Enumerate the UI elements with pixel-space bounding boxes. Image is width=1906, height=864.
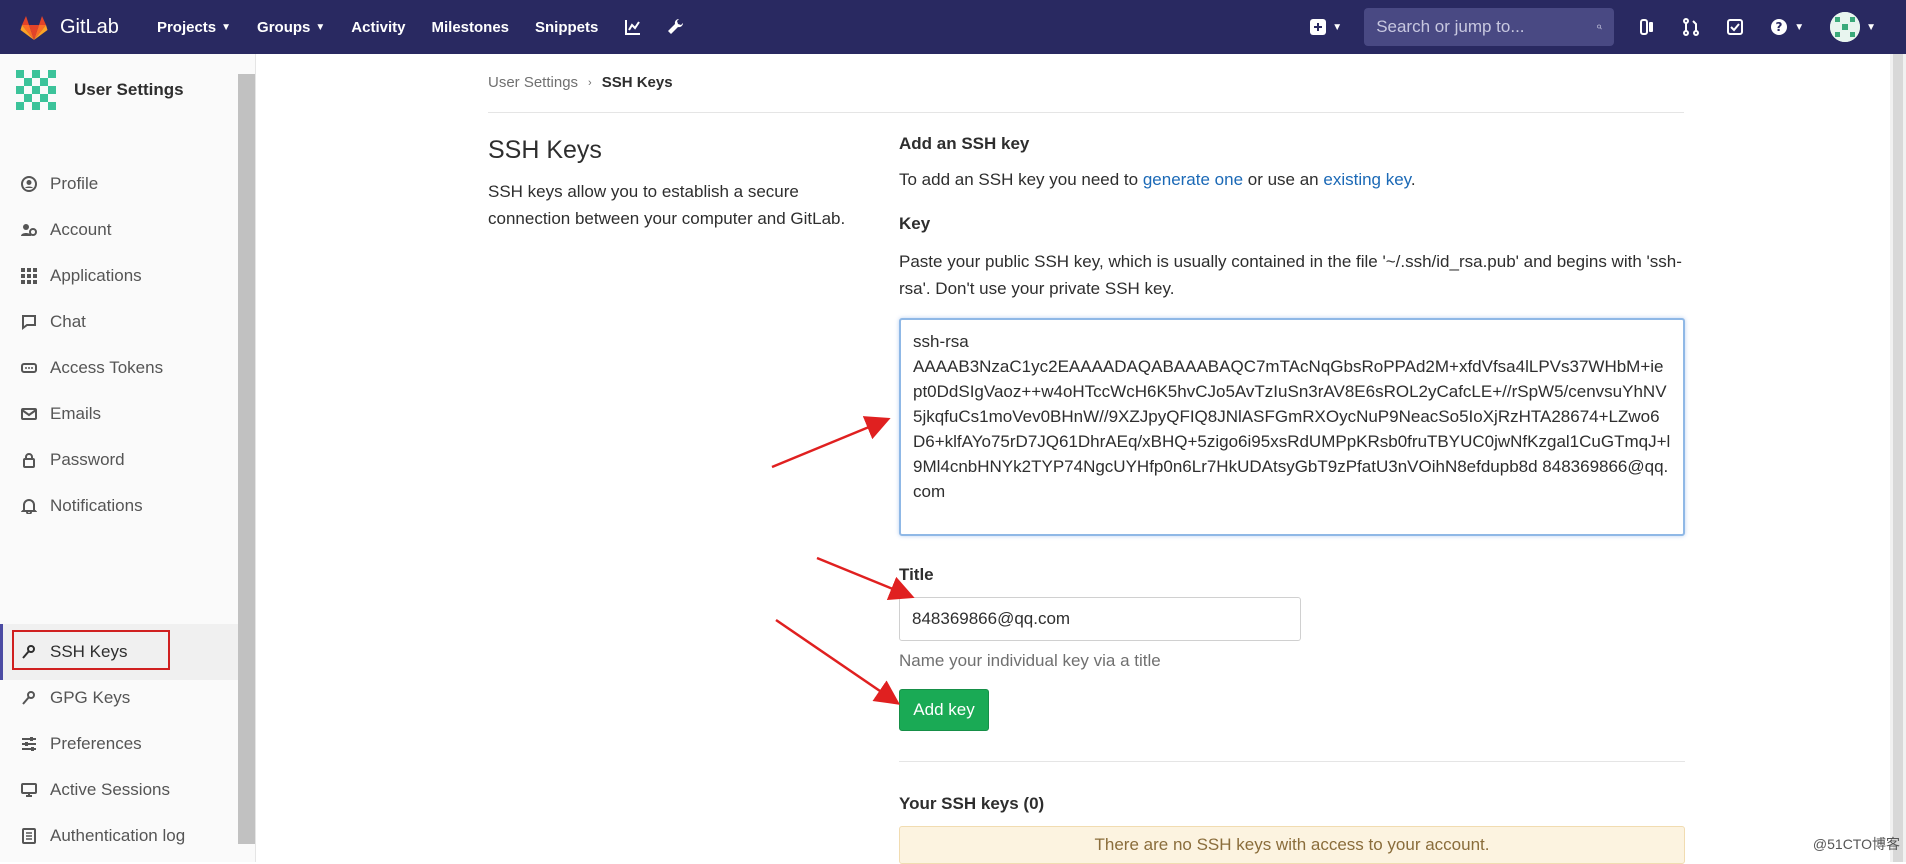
bell-icon <box>20 497 38 515</box>
instructions-text: . <box>1411 170 1416 189</box>
title-label: Title <box>899 565 1685 585</box>
new-item-dropdown[interactable]: ▼ <box>1310 19 1342 35</box>
nav-snippets-label: Snippets <box>535 19 598 36</box>
sidebar-title: User Settings <box>74 80 184 100</box>
watermark: @51CTO博客 <box>1813 834 1900 854</box>
breadcrumb: User Settings › SSH Keys <box>488 74 673 91</box>
wrench-icon[interactable] <box>666 18 684 36</box>
merge-request-icon[interactable] <box>1682 18 1700 36</box>
sidebar-item-authentication-log[interactable]: Authentication log <box>0 808 254 864</box>
divider <box>488 112 1684 113</box>
sidebar-item-label: Notifications <box>50 496 143 516</box>
sidebar-item-label: Profile <box>50 174 98 194</box>
sidebar-item-notifications[interactable]: Notifications <box>0 478 254 534</box>
add-key-heading: Add an SSH key <box>899 134 1685 154</box>
chevron-right-icon: › <box>588 77 592 89</box>
nav-activity-label: Activity <box>351 19 405 36</box>
chevron-down-icon: ▼ <box>315 22 325 33</box>
top-navbar: GitLab Projects ▼ Groups ▼ Activity Milest… <box>0 0 1906 54</box>
page-title: SSH Keys <box>488 136 602 165</box>
sidebar-scrollbar[interactable] <box>238 74 255 844</box>
avatar <box>12 66 60 114</box>
sidebar-item-label: GPG Keys <box>50 688 130 708</box>
avatar <box>1830 12 1860 42</box>
chevron-down-icon: ▼ <box>1794 22 1804 33</box>
nav-groups[interactable]: Groups ▼ <box>257 19 325 36</box>
existing-key-link[interactable]: existing key <box>1323 170 1411 189</box>
sidebar-item-label: Active Sessions <box>50 780 170 800</box>
plus-square-icon <box>1310 19 1326 35</box>
search-box[interactable] <box>1364 8 1614 46</box>
nav-projects[interactable]: Projects ▼ <box>157 19 231 36</box>
email-icon <box>20 405 38 423</box>
breadcrumb-user-settings[interactable]: User Settings <box>488 74 578 91</box>
gitlab-home-link[interactable]: GitLab <box>0 0 119 54</box>
breadcrumb-ssh-keys[interactable]: SSH Keys <box>602 74 673 91</box>
page-scrollbar[interactable] <box>1890 54 1906 862</box>
sidebar-item-label: Account <box>50 220 111 240</box>
help-icon[interactable]: ? ▼ <box>1770 18 1804 36</box>
chart-icon[interactable] <box>624 18 642 36</box>
nav-projects-label: Projects <box>157 19 216 36</box>
key-textarea[interactable]: ssh-rsa AAAAB3NzaC1yc2EAAAADAQABAAABAQC7… <box>899 318 1685 536</box>
log-icon <box>20 827 38 845</box>
svg-text:?: ? <box>1776 20 1783 34</box>
add-key-instructions: To add an SSH key you need to generate o… <box>899 170 1685 190</box>
title-input[interactable] <box>899 597 1301 641</box>
user-menu[interactable]: ▼ <box>1830 12 1876 42</box>
monitor-icon <box>20 781 38 799</box>
chat-icon <box>20 313 38 331</box>
page-description: SSH keys allow you to establish a secure… <box>488 178 868 232</box>
key-label: Key <box>899 214 1685 234</box>
title-hint: Name your individual key via a title <box>899 651 1685 671</box>
brand-name: GitLab <box>60 16 119 39</box>
sidebar-item-label: Preferences <box>50 734 142 754</box>
scrollbar-thumb[interactable] <box>1893 54 1903 862</box>
todo-icon[interactable] <box>1726 18 1744 36</box>
settings-sidebar: User Settings Profile Account Applicatio… <box>0 54 256 862</box>
add-key-form: Add an SSH key To add an SSH key you nee… <box>899 134 1685 864</box>
sidebar-header[interactable]: User Settings <box>12 66 184 114</box>
key-help-text: Paste your public SSH key, which is usua… <box>899 248 1689 302</box>
nav-snippets[interactable]: Snippets <box>535 19 598 36</box>
chevron-down-icon: ▼ <box>1332 22 1342 33</box>
sidebar-item-label: Authentication log <box>50 826 185 846</box>
profile-icon <box>20 175 38 193</box>
your-ssh-keys-heading: Your SSH keys (0) <box>899 794 1685 814</box>
issues-icon[interactable] <box>1638 18 1656 36</box>
highlight-box <box>12 630 170 670</box>
chevron-down-icon: ▼ <box>1866 22 1876 33</box>
search-input[interactable] <box>1376 17 1597 37</box>
empty-keys-alert: There are no SSH keys with access to you… <box>899 826 1685 864</box>
search-icon <box>1597 19 1602 35</box>
instructions-text: To add an SSH key you need to <box>899 170 1143 189</box>
instructions-text: or use an <box>1243 170 1323 189</box>
nav-groups-label: Groups <box>257 19 310 36</box>
token-icon <box>20 359 38 377</box>
applications-icon <box>20 267 38 285</box>
sidebar-item-label: Emails <box>50 404 101 424</box>
add-key-button[interactable]: Add key <box>899 689 989 731</box>
main-content: User Settings › SSH Keys SSH Keys SSH ke… <box>256 54 1890 862</box>
nav-milestones[interactable]: Milestones <box>431 19 509 36</box>
key-icon <box>20 689 38 707</box>
gitlab-logo-icon <box>18 11 50 43</box>
lock-icon <box>20 451 38 469</box>
nav-milestones-label: Milestones <box>431 19 509 36</box>
sidebar-item-label: Applications <box>50 266 142 286</box>
nav-activity[interactable]: Activity <box>351 19 405 36</box>
sidebar-item-label: Password <box>50 450 125 470</box>
chevron-down-icon: ▼ <box>221 22 231 33</box>
sidebar-item-label: Chat <box>50 312 86 332</box>
sliders-icon <box>20 735 38 753</box>
sidebar-item-label: Access Tokens <box>50 358 163 378</box>
generate-one-link[interactable]: generate one <box>1143 170 1243 189</box>
divider <box>899 761 1685 762</box>
account-icon <box>20 221 38 239</box>
